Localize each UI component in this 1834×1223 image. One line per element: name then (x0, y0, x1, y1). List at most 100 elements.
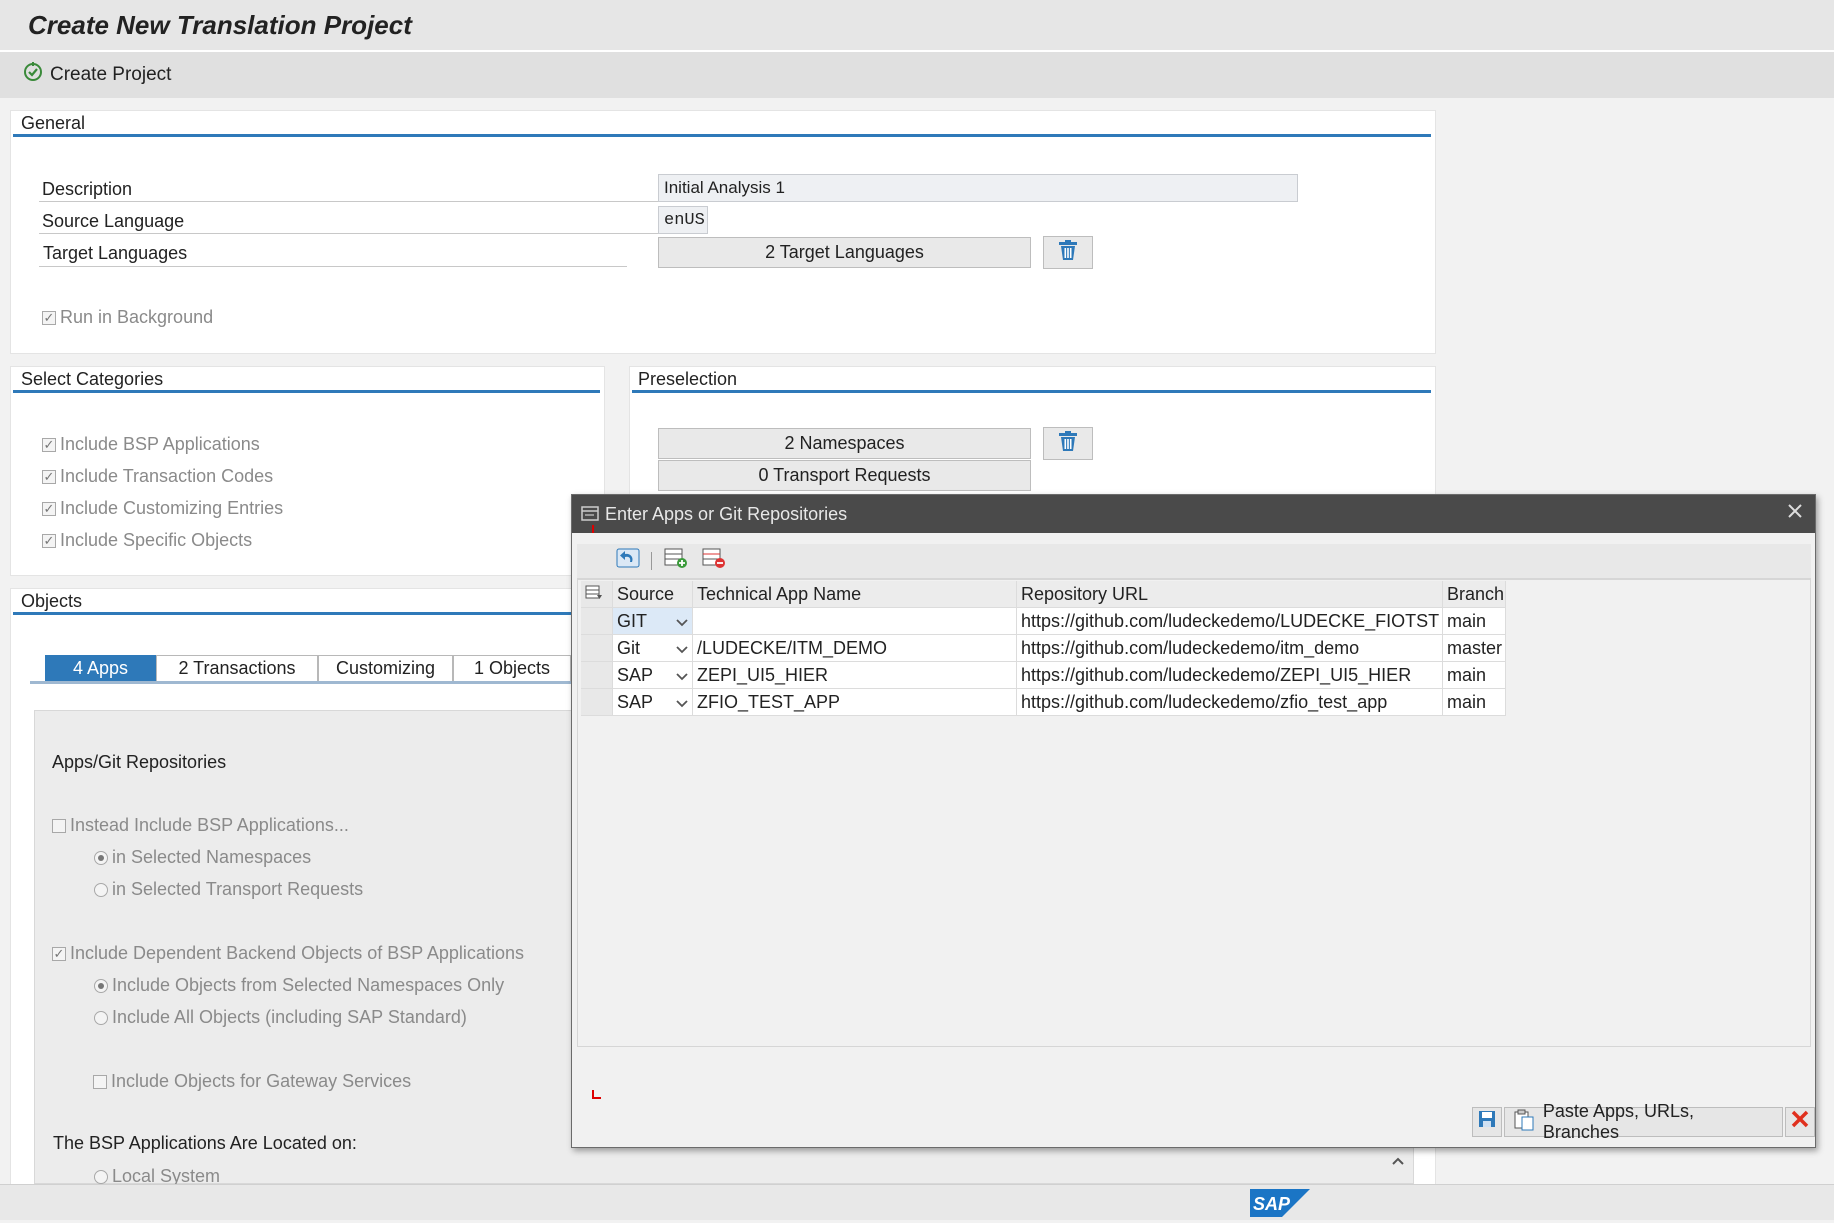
tab-transactions[interactable]: 2 Transactions (156, 655, 318, 681)
tab-customizing[interactable]: Customizing (318, 655, 453, 681)
repository-url-cell[interactable]: https://github.com/ludeckedemo/itm_demo (1017, 635, 1443, 662)
gateway-services-checkbox[interactable]: Include Objects for Gateway Services (93, 1071, 411, 1092)
col-header-source[interactable]: Source (613, 581, 693, 608)
branch-cell[interactable]: main (1443, 608, 1506, 635)
target-languages-button-label: 2 Target Languages (765, 242, 924, 262)
chevron-down-icon[interactable] (676, 692, 688, 713)
radio-unselected-icon (94, 1010, 108, 1025)
radio-selected-transport-requests[interactable]: in Selected Transport Requests (94, 879, 363, 900)
tab-apps-label: 4 Apps (72, 658, 129, 678)
enter-apps-dialog: Enter Apps or Git Repositories Source Te… (571, 494, 1816, 1148)
page-title: Create New Translation Project (28, 10, 412, 40)
include-bsp-label: Include BSP Applications (60, 434, 260, 454)
row-selector[interactable] (581, 635, 613, 662)
namespaces-button[interactable]: 2 Namespaces (658, 428, 1031, 459)
checkbox-checked-icon: ✓ (42, 533, 56, 548)
radio-selected-icon (94, 850, 108, 865)
app-name-cell[interactable]: /LUDECKE/ITM_DEMO (693, 635, 1017, 662)
col-header-technical-app-name[interactable]: Technical App Name (693, 581, 1017, 608)
radio-all-objects[interactable]: Include All Objects (including SAP Stand… (94, 1007, 467, 1028)
include-tcodes-checkbox[interactable]: ✓ Include Transaction Codes (42, 466, 273, 487)
repository-url-cell[interactable]: https://github.com/ludeckedemo/ZEPI_UI5_… (1017, 662, 1443, 689)
delete-namespaces-button[interactable] (1043, 427, 1093, 460)
row-selector[interactable] (581, 608, 613, 635)
delete-row-button[interactable] (699, 547, 729, 575)
chevron-down-icon[interactable] (676, 665, 688, 686)
radio-only-namespaces[interactable]: Include Objects from Selected Namespaces… (94, 975, 504, 996)
table-row: SAP ZEPI_UI5_HIER https://github.com/lud… (581, 662, 1506, 689)
source-cell[interactable]: SAP (613, 662, 693, 689)
checkbox-unchecked-icon (93, 1074, 107, 1089)
dialog-window-icon (581, 506, 599, 522)
row-selector[interactable] (581, 689, 613, 716)
description-value: Initial Analysis 1 (664, 178, 785, 197)
grid-settings-cell[interactable] (581, 581, 613, 608)
cancel-x-icon (1791, 1110, 1809, 1134)
focus-marker-top (592, 525, 594, 533)
target-languages-underline (39, 266, 627, 267)
grid-toolbar (577, 544, 1811, 579)
source-value: GIT (617, 610, 647, 631)
source-language-underline (39, 233, 667, 234)
tab-objects[interactable]: 1 Objects (453, 655, 571, 681)
tab-customizing-label: Customizing (335, 658, 436, 678)
branch-cell[interactable]: main (1443, 662, 1506, 689)
table-row: GIT https://github.com/ludeckedemo/LUDEC… (581, 608, 1506, 635)
insert-row-button[interactable] (661, 547, 691, 575)
bsp-location-heading: The BSP Applications Are Located on: (53, 1133, 357, 1153)
radio-all-objects-label: Include All Objects (including SAP Stand… (112, 1007, 467, 1027)
transport-requests-button[interactable]: 0 Transport Requests (658, 460, 1031, 491)
app-name-cell[interactable]: ZFIO_TEST_APP (693, 689, 1017, 716)
create-project-button[interactable]: Create Project (22, 60, 171, 90)
row-selector[interactable] (581, 662, 613, 689)
paste-icon (1513, 1109, 1535, 1136)
col-header-repository-url[interactable]: Repository URL (1017, 581, 1443, 608)
undo-button[interactable] (613, 547, 643, 575)
tab-transactions-label: 2 Transactions (178, 658, 296, 678)
include-dependent-checkbox[interactable]: ✓ Include Dependent Backend Objects of B… (52, 943, 524, 964)
run-in-background-checkbox[interactable]: ✓ Run in Background (42, 307, 213, 328)
source-language-value: enUS (664, 210, 705, 230)
include-bsp-checkbox[interactable]: ✓ Include BSP Applications (42, 434, 260, 455)
source-cell[interactable]: Git (613, 635, 693, 662)
source-cell[interactable]: SAP (613, 689, 693, 716)
include-dependent-label: Include Dependent Backend Objects of BSP… (70, 943, 524, 963)
branch-cell[interactable]: master (1443, 635, 1506, 662)
scroll-up-button[interactable] (1386, 1150, 1410, 1172)
include-customizing-checkbox[interactable]: ✓ Include Customizing Entries (42, 498, 283, 519)
repository-url-cell[interactable]: https://github.com/ludeckedemo/LUDECKE_F… (1017, 608, 1443, 635)
repository-url-cell[interactable]: https://github.com/ludeckedemo/zfio_test… (1017, 689, 1443, 716)
radio-selected-namespaces-label: in Selected Namespaces (112, 847, 312, 867)
checkbox-checked-icon: ✓ (52, 946, 66, 961)
checkbox-checked-icon: ✓ (42, 501, 56, 516)
radio-selected-namespaces[interactable]: in Selected Namespaces (94, 847, 311, 868)
dialog-close-button[interactable] (1785, 501, 1805, 526)
chevron-down-icon[interactable] (676, 611, 688, 632)
description-field[interactable]: Initial Analysis 1 (658, 174, 1298, 202)
app-name-cell[interactable]: ZEPI_UI5_HIER (693, 662, 1017, 689)
branch-cell[interactable]: main (1443, 689, 1506, 716)
delete-target-languages-button[interactable] (1043, 236, 1093, 269)
app-name-cell[interactable] (693, 608, 1017, 635)
instead-include-bsp-checkbox[interactable]: Instead Include BSP Applications... (52, 815, 349, 836)
source-cell[interactable]: GIT (613, 608, 693, 635)
source-value: Git (617, 637, 641, 658)
application-toolbar: Create Project (0, 52, 1834, 98)
create-project-label: Create Project (50, 64, 172, 85)
col-header-branch[interactable]: Branch (1443, 581, 1506, 608)
tab-apps[interactable]: 4 Apps (45, 655, 156, 681)
tab-objects-label: 1 Objects (473, 658, 551, 678)
general-panel: General Description Initial Analysis 1 S… (10, 110, 1436, 354)
transport-requests-button-label: 0 Transport Requests (758, 465, 931, 485)
target-languages-button[interactable]: 2 Target Languages (658, 237, 1031, 268)
include-specific-checkbox[interactable]: ✓ Include Specific Objects (42, 530, 252, 551)
chevron-down-icon[interactable] (676, 638, 688, 659)
preselection-divider (632, 390, 1431, 393)
cancel-button[interactable] (1785, 1107, 1816, 1137)
paste-apps-button[interactable]: Paste Apps, URLs, Branches (1503, 1101, 1784, 1142)
source-value: SAP (617, 691, 654, 712)
categories-panel: Select Categories ✓ Include BSP Applicat… (10, 366, 605, 576)
save-button[interactable] (1472, 1107, 1502, 1137)
svg-text:SAP: SAP (1253, 1194, 1291, 1214)
source-language-field[interactable]: enUS (658, 206, 708, 234)
